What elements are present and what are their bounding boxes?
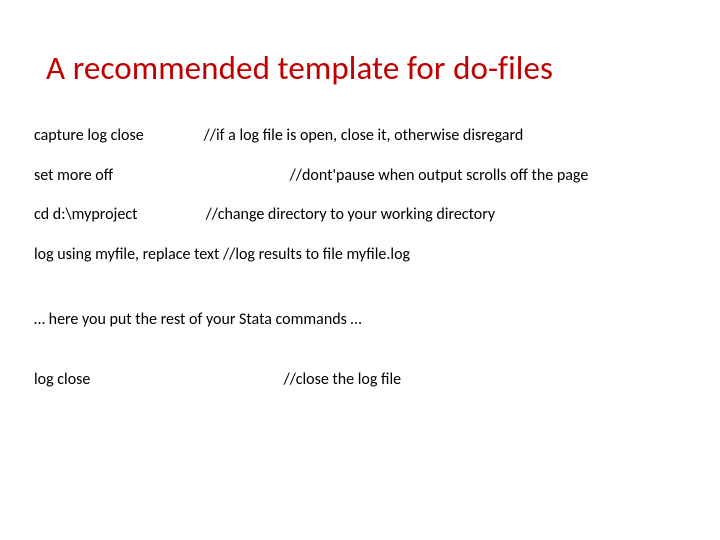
comment-text: //change directory to your working direc… — [206, 204, 495, 226]
code-line-4: log using myfile, replace text //log res… — [34, 244, 690, 266]
code-line-3: cd d:\myproject //change directory to yo… — [34, 204, 690, 226]
code-line-6: log close //close the log file — [34, 369, 690, 391]
comment-text: //if a log file is open, close it, other… — [204, 125, 524, 147]
command-text: log close — [34, 369, 280, 391]
code-line-1: capture log close //if a log file is ope… — [34, 125, 690, 147]
comment-text: //log results to file myfile.log — [223, 244, 410, 266]
command-text: cd d:\myproject — [34, 204, 202, 226]
comment-text: //close the log file — [284, 369, 401, 391]
slide-body: capture log close //if a log file is ope… — [34, 125, 690, 409]
slide: A recommended template for do-files capt… — [0, 0, 720, 540]
code-line-5: … here you put the rest of your Stata co… — [34, 309, 690, 331]
code-line-2: set more off //dont'pause when output sc… — [34, 165, 690, 187]
command-text: … here you put the rest of your Stata co… — [34, 309, 362, 331]
command-text: log using myfile, replace text — [34, 244, 219, 266]
slide-title: A recommended template for do-files — [46, 48, 690, 88]
comment-text: //dont'pause when output scrolls off the… — [290, 165, 589, 187]
command-text: set more off — [34, 165, 286, 187]
command-text: capture log close — [34, 125, 200, 147]
